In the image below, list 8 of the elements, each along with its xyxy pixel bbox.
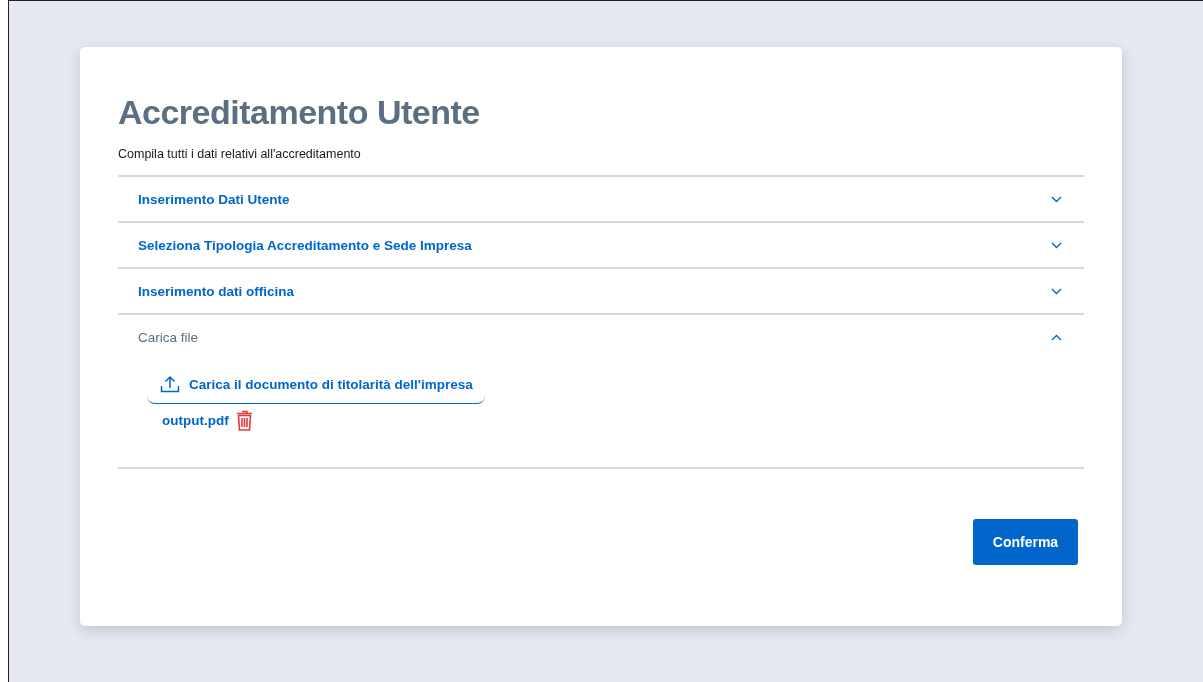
accordion-header[interactable]: Carica file [118, 315, 1084, 359]
confirm-button[interactable]: Conferma [973, 519, 1078, 565]
accordion-header[interactable]: Inserimento Dati Utente [118, 177, 1084, 221]
file-link[interactable]: output.pdf [162, 413, 229, 428]
page-title: Accreditamento Utente [118, 93, 480, 132]
accordion-header[interactable]: Inserimento dati officina [118, 269, 1084, 313]
page-subtitle: Compila tutti i dati relativi all'accreditamento [118, 147, 361, 161]
accordion-header[interactable]: Seleziona Tipologia Accreditamento e Sede Impresa [118, 223, 1084, 267]
